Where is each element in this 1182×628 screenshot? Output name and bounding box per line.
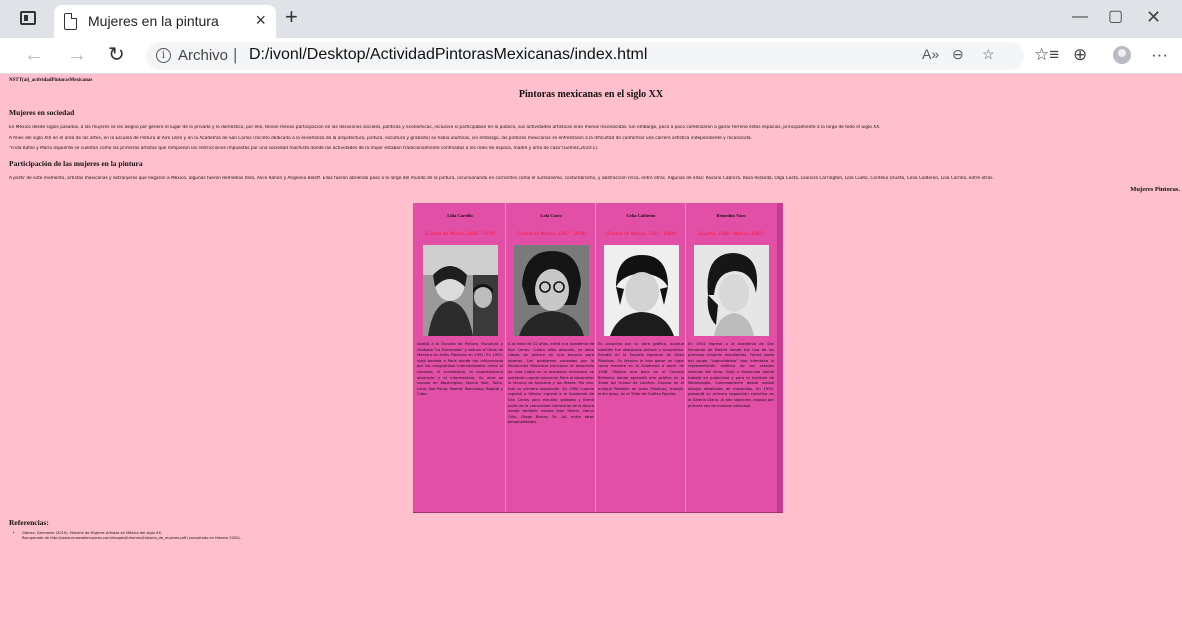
painter-bio: En 1924 ingresó a la Academia de San Fer…	[688, 342, 774, 408]
new-tab-icon[interactable]: +	[285, 6, 298, 28]
more-menu-icon[interactable]: ···	[1151, 45, 1168, 65]
painter-dates: (Ciudad de México, 1921 - 1969)	[605, 232, 677, 237]
paragraph: "Frida Kahlo y María Izquierdo se cuenta…	[9, 146, 599, 151]
painter-name: Celia Calderón	[626, 213, 656, 218]
zoom-icon[interactable]: ⊖	[952, 46, 964, 63]
close-window-icon[interactable]: ✕	[1146, 8, 1161, 26]
url-separator: |	[233, 45, 238, 64]
read-aloud-icon[interactable]: A»	[922, 46, 939, 62]
side-label: Mujeres Pintoras.	[1130, 186, 1180, 193]
painter-dates: (Ciudad de México, 1897 - 1978)	[515, 232, 587, 237]
painter-name: Lilia Carrillo	[447, 213, 473, 218]
references-heading: Referencias:	[9, 518, 49, 527]
back-icon[interactable]: ←	[24, 44, 44, 66]
address-bar: ← → ↻ i Archivo | D:/ivonl/Desktop/Activ…	[0, 38, 1182, 74]
favorites-list-icon[interactable]: ☆≡	[1034, 45, 1059, 65]
painter-bio: Es conocida por su obra gráfica, aunque …	[598, 342, 684, 397]
restore-icon[interactable]: ▢	[1108, 9, 1123, 25]
reference-item: Recuperado de http://www.museodemujeres.…	[22, 535, 241, 540]
painter-bio: Asistió a la Escuela de Pintura, Escultu…	[417, 342, 503, 397]
painters-table: Lilia Carrillo (Ciudad de México, 1930 -…	[413, 203, 783, 512]
references-list: Gómez, Germaine (2010). Historia de Muje…	[16, 531, 241, 540]
painter-photo	[423, 245, 498, 336]
painter-card: Lola Cueto (Ciudad de México, 1897 - 197…	[505, 203, 595, 512]
url-scheme: Archivo	[178, 47, 229, 64]
paragraph: En México desde siglos pasados, a las mu…	[9, 125, 881, 130]
profile-avatar[interactable]	[1113, 46, 1131, 64]
painter-card: Celia Calderón (Ciudad de México, 1921 -…	[595, 203, 685, 512]
painter-photo	[694, 245, 769, 336]
painter-photo	[514, 245, 589, 336]
minimize-icon[interactable]: —	[1072, 9, 1088, 25]
painter-name: Lola Cueto	[540, 213, 562, 218]
tab-title: Mujeres en la pintura	[88, 13, 219, 29]
painter-bio: A la edad de 12 años, entró a la Academi…	[508, 342, 594, 425]
page-title: Pintoras mexicanas en el siglo XX	[518, 89, 664, 100]
painter-dates: (Ciudad de México, 1930 - 1974)	[424, 232, 496, 237]
page-label: NSTT(ai)_actividadPintorasMexicanas	[9, 78, 93, 83]
section-heading-painting: Participación de las mujeres en la pintu…	[9, 159, 143, 168]
favorite-icon[interactable]: ☆	[982, 46, 995, 63]
reload-icon[interactable]: ↻	[108, 44, 125, 66]
painter-dates: (España, 1908 - México, 1963)	[698, 232, 764, 237]
collections-icon[interactable]: ⊕	[1073, 45, 1087, 65]
tab-actions-icon[interactable]	[20, 11, 36, 25]
url-text[interactable]: D:/ivonl/Desktop/ActividadPintorasMexica…	[249, 46, 647, 64]
paragraph: A partir de este momento, artistas mexic…	[9, 176, 994, 181]
paragraph: A fines del siglo XIX en el área de las …	[9, 136, 753, 141]
page-icon	[64, 13, 77, 30]
painter-card: Lilia Carrillo (Ciudad de México, 1930 -…	[415, 203, 505, 512]
section-heading-society: Mujeres en sociedad	[9, 108, 75, 117]
forward-icon[interactable]: →	[67, 44, 87, 66]
url-field[interactable]: i Archivo | D:/ivonl/Desktop/ActividadPi…	[146, 42, 1024, 70]
info-icon[interactable]: i	[156, 48, 171, 63]
painter-name: Remedios Varo	[716, 213, 746, 218]
close-tab-icon[interactable]: ×	[255, 11, 266, 29]
browser-tab-bar: Mujeres en la pintura × + — ▢ ✕	[0, 0, 1182, 38]
browser-tab[interactable]: Mujeres en la pintura ×	[54, 5, 276, 38]
page-content: NSTT(ai)_actividadPintorasMexicanas Pint…	[0, 75, 1182, 628]
painter-card: Remedios Varo (España, 1908 - México, 19…	[685, 203, 775, 512]
painter-photo	[604, 245, 679, 336]
